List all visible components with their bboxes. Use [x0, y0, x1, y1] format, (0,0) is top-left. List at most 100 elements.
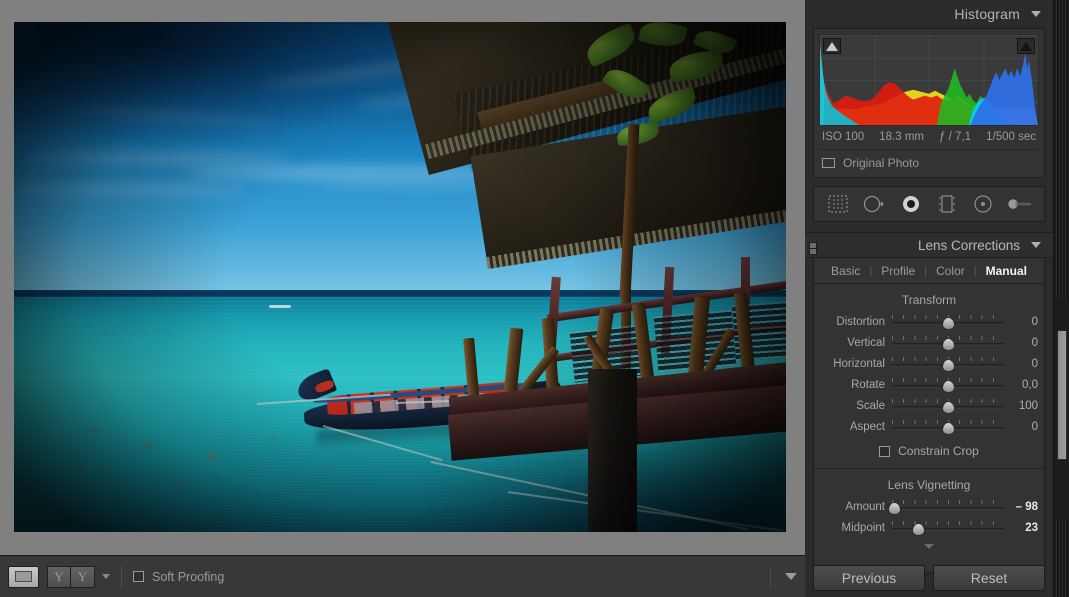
exif-info-row: ISO 100 18.3 mm ƒ / 7,1 1/500 sec: [819, 126, 1039, 149]
loupe-view-glyph: [15, 571, 32, 582]
histogram-panel-header[interactable]: Histogram: [805, 0, 1053, 28]
slider-value[interactable]: 0: [1004, 316, 1038, 328]
graduated-filter-tool[interactable]: [934, 192, 960, 216]
transform-section-title: Transform: [901, 293, 957, 307]
toolbar-toggle-chevron-down-icon[interactable]: [785, 573, 797, 580]
slider-label: Distortion: [836, 315, 885, 328]
slider-value[interactable]: 0,0: [1004, 379, 1038, 391]
chevron-down-icon[interactable]: [1031, 11, 1041, 17]
slider-label: Aspect: [849, 420, 885, 433]
slider-value[interactable]: 100: [1004, 400, 1038, 412]
right-panel: Histogram ISO 100 18.3 mm ƒ / 7,1 1/500 …: [805, 0, 1053, 597]
scrollbar-thumb[interactable]: [1057, 330, 1067, 460]
tab-color[interactable]: Color: [927, 264, 974, 278]
toolbar-divider: [770, 565, 771, 588]
compare-view-group: Y Y: [47, 565, 95, 588]
lightroom-develop-window: Y Y Soft Proofing Histogram ISO 100 18.3…: [0, 0, 1069, 597]
tab-profile[interactable]: Profile: [872, 264, 924, 278]
slider-value[interactable]: – 98: [1004, 501, 1038, 513]
slider-aspect[interactable]: Aspect 0: [814, 416, 1044, 437]
histogram-box: ISO 100 18.3 mm ƒ / 7,1 1/500 sec Origin…: [813, 28, 1045, 178]
photo-image: [14, 22, 786, 532]
scrollbar-track-lower[interactable]: [1056, 520, 1068, 597]
slider-vignette-amount[interactable]: Amount – 98: [814, 496, 1044, 517]
histogram-graph[interactable]: [819, 34, 1039, 126]
seabed-speck: [145, 442, 153, 447]
slider-track-area[interactable]: [892, 313, 1004, 331]
lens-vignetting-section-title: Lens Vignetting: [887, 478, 971, 492]
right-panel-scrollbar[interactable]: [1053, 0, 1069, 597]
exif-focal-length: 18.3 mm: [879, 131, 925, 143]
adjustment-brush-tool[interactable]: [1007, 192, 1033, 216]
lens-corrections-body: Basic | Profile | Color | Manual Transfo…: [813, 258, 1045, 573]
slider-scale[interactable]: Scale 100: [814, 395, 1044, 416]
highlight-clipping-triangle-icon[interactable]: [1017, 38, 1035, 54]
slider-value[interactable]: 23: [1004, 522, 1038, 534]
stilt-hut-structure: [384, 22, 786, 532]
slider-horizontal[interactable]: Horizontal 0: [814, 353, 1044, 374]
toolbar-divider: [121, 565, 122, 588]
slider-track-area[interactable]: [892, 355, 1004, 373]
original-photo-row[interactable]: Original Photo: [819, 149, 1039, 177]
slider-track-area[interactable]: [892, 376, 1004, 394]
soft-proofing-label: Soft Proofing: [152, 569, 225, 584]
slider-distortion[interactable]: Distortion 0: [814, 311, 1044, 332]
slider-value[interactable]: 0: [1004, 337, 1038, 349]
slider-vertical[interactable]: Vertical 0: [814, 332, 1044, 353]
slider-track-area[interactable]: [892, 519, 1004, 537]
slider-ticks: [892, 499, 1004, 504]
before-after-right-button[interactable]: Y: [71, 565, 95, 588]
spot-removal-tool[interactable]: [861, 192, 887, 216]
tab-basic[interactable]: Basic: [822, 264, 869, 278]
image-canvas-area[interactable]: [0, 0, 805, 555]
slider-ticks: [892, 520, 1004, 525]
chevron-down-icon[interactable]: [102, 574, 110, 579]
cloud-wisp: [14, 185, 246, 194]
lens-corrections-enable-switch[interactable]: [809, 242, 818, 255]
cloud-wisp: [75, 106, 277, 127]
panel-resize-chevron-icon[interactable]: [924, 544, 934, 549]
red-eye-correction-tool[interactable]: [898, 192, 924, 216]
develop-tool-strip: [813, 186, 1045, 222]
soft-proofing-checkbox[interactable]: [133, 571, 144, 582]
previous-button[interactable]: Previous: [813, 565, 925, 591]
slider-label: Midpoint: [841, 521, 885, 534]
histogram-title: Histogram: [954, 6, 1020, 22]
constrain-crop-row[interactable]: Constrain Crop: [814, 437, 1044, 468]
cloud-wisp: [29, 152, 292, 163]
tab-manual[interactable]: Manual: [977, 264, 1036, 278]
shadow-clipping-triangle-icon[interactable]: [823, 38, 841, 54]
lens-corrections-title: Lens Corrections: [917, 237, 1020, 253]
distant-boat: [268, 305, 291, 309]
slider-track: [892, 506, 1004, 510]
constrain-crop-checkbox[interactable]: [879, 445, 891, 457]
slider-value[interactable]: 0: [1004, 358, 1038, 370]
slider-track-area[interactable]: [892, 418, 1004, 436]
slider-label: Scale: [856, 399, 885, 412]
panel-footer-buttons: Previous Reset: [805, 565, 1053, 591]
original-photo-checkbox[interactable]: [822, 158, 835, 168]
reset-button[interactable]: Reset: [933, 565, 1045, 591]
chevron-down-icon[interactable]: [1031, 242, 1041, 248]
original-photo-label: Original Photo: [843, 156, 920, 170]
photo-frame[interactable]: [14, 22, 786, 532]
slider-track-area[interactable]: [892, 334, 1004, 352]
crop-overlay-tool[interactable]: [825, 192, 851, 216]
slider-label: Amount: [845, 500, 885, 513]
slider-value[interactable]: 0: [1004, 421, 1038, 433]
lens-corrections-panel-header[interactable]: Lens Corrections: [805, 232, 1053, 258]
slider-track: [892, 527, 1004, 531]
slider-rotate[interactable]: Rotate 0,0: [814, 374, 1044, 395]
radial-filter-tool[interactable]: [970, 192, 996, 216]
slider-track-area[interactable]: [887, 498, 1004, 516]
before-after-left-button[interactable]: Y: [47, 565, 71, 588]
seabed-speck: [207, 454, 218, 460]
seabed-speck: [91, 428, 101, 433]
scrollbar-track-upper[interactable]: [1056, 0, 1068, 298]
bottom-toolbar: Y Y Soft Proofing: [0, 555, 805, 597]
loupe-view-icon[interactable]: [8, 565, 39, 588]
lens-corrections-tabs: Basic | Profile | Color | Manual: [814, 258, 1044, 284]
slider-vignette-midpoint[interactable]: Midpoint 23: [814, 517, 1044, 538]
seabed-speck: [268, 435, 275, 439]
slider-track-area[interactable]: [892, 397, 1004, 415]
